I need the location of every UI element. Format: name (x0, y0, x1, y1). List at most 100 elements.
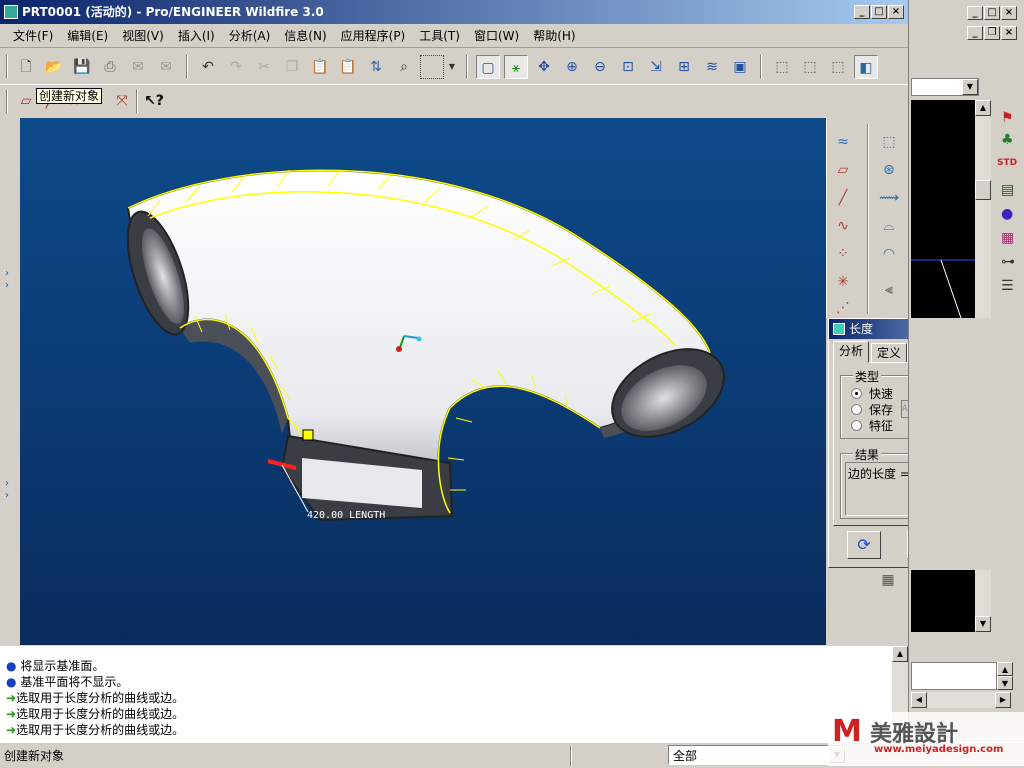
sphere-icon[interactable]: ● (1001, 206, 1013, 222)
tab-definition[interactable]: 定义 (871, 343, 908, 363)
sketch-plane-icon[interactable]: ≈ (829, 130, 857, 154)
menu-tools[interactable]: 工具(T) (412, 24, 467, 48)
secondary-title-bar[interactable]: _ □ × (909, 0, 1024, 24)
datum-curve-tool-icon[interactable]: ∿ (829, 214, 857, 238)
scroll-up-icon[interactable]: ▲ (975, 100, 991, 116)
secondary-lower-panel[interactable] (911, 570, 975, 632)
sweep-tool-icon[interactable]: ⟿ (875, 186, 903, 210)
redo-icon[interactable]: ↷ (224, 55, 248, 79)
spin-center-icon[interactable]: ⚹ (504, 55, 528, 79)
inner-close-button[interactable]: × (1001, 26, 1017, 40)
scroll-down-icon[interactable]: ▼ (975, 616, 991, 632)
inner-minimize-button[interactable]: _ (967, 26, 983, 40)
save-icon[interactable]: 💾 (70, 55, 94, 79)
secondary-hscrollbar[interactable]: ◀ ▶ (911, 692, 1011, 708)
secondary-text-area[interactable] (911, 662, 997, 690)
menu-edit[interactable]: 编辑(E) (60, 24, 115, 48)
coord-sys-display-2-icon[interactable]: ⤧ (110, 89, 134, 113)
expand-arrow-icon[interactable]: › (5, 490, 9, 501)
selection-box-icon[interactable] (420, 55, 444, 79)
scroll-left-icon[interactable]: ◀ (911, 692, 927, 708)
option-feature-radio[interactable] (851, 420, 862, 431)
list-icon[interactable]: ☰ (1001, 278, 1014, 294)
context-help-icon[interactable]: ↖? (142, 89, 166, 113)
menu-info[interactable]: 信息(N) (277, 24, 333, 48)
repeat-analysis-button[interactable]: ⟳ (847, 531, 881, 559)
cut-icon[interactable]: ✂ (252, 55, 276, 79)
selection-filter-select[interactable]: 全部 ▼ (668, 745, 846, 765)
inner-restore-button[interactable]: ❐ (984, 26, 1000, 40)
orient-mode-icon[interactable]: ✥ (532, 55, 556, 79)
revolve-tool-icon[interactable]: ⊛ (875, 158, 903, 182)
menu-applications[interactable]: 应用程序(P) (334, 24, 413, 48)
datum-plane-display-icon[interactable]: ▱ (14, 89, 38, 113)
print-icon[interactable]: ⎙ (98, 55, 122, 79)
send-mail-attach-icon[interactable]: ✉ (154, 55, 178, 79)
copy-icon[interactable]: ❐ (280, 55, 304, 79)
extrude-tool-icon[interactable]: ⬚ (875, 130, 903, 154)
secondary-maximize-button[interactable]: □ (984, 6, 1000, 20)
expand-arrow-icon[interactable]: › (5, 478, 9, 489)
hidden-line-icon[interactable]: ⬚ (798, 55, 822, 79)
scroll-thumb[interactable] (975, 180, 991, 200)
shading-icon[interactable]: ◧ (854, 55, 878, 79)
no-hidden-icon[interactable]: ⬚ (826, 55, 850, 79)
reorient-icon[interactable]: ⇲ (644, 55, 668, 79)
model-tree-icon[interactable]: ♣ (1001, 132, 1014, 148)
open-folder-icon[interactable]: 📂 (42, 55, 66, 79)
scroll-up-icon[interactable]: ▲ (892, 646, 908, 662)
secondary-close-button[interactable]: × (1001, 6, 1017, 20)
secondary-dropdown[interactable]: ▼ (911, 78, 979, 96)
regenerate-icon[interactable]: ⇅ (364, 55, 388, 79)
menu-analysis[interactable]: 分析(A) (222, 24, 278, 48)
find-icon[interactable]: ⌕ (392, 55, 416, 79)
chart-icon[interactable]: ▦ (1001, 230, 1014, 246)
secondary-text-scrollbar[interactable]: ▲ ▼ (997, 662, 1013, 690)
mirror-tool-icon[interactable]: ⫷ (875, 278, 903, 302)
scroll-up-icon[interactable]: ▲ (997, 662, 1013, 676)
chevron-down-icon[interactable]: ▼ (962, 79, 978, 95)
refit-icon[interactable]: ⊡ (616, 55, 640, 79)
maximize-button[interactable]: □ (871, 5, 887, 19)
undo-icon[interactable]: ↶ (196, 55, 220, 79)
saved-views-icon[interactable]: ⊞ (672, 55, 696, 79)
std-icon[interactable]: STD (997, 158, 1017, 168)
paste-special-icon[interactable]: 📋 (336, 55, 360, 79)
zoom-out-icon[interactable]: ⊖ (588, 55, 612, 79)
menu-file[interactable]: 文件(F) (6, 24, 60, 48)
expand-arrow-icon[interactable]: › (5, 280, 9, 291)
send-mail-icon[interactable]: ✉ (126, 55, 150, 79)
connector-icon[interactable]: ⊶ (1001, 254, 1015, 270)
shell-tool-icon[interactable]: ◠ (875, 242, 903, 266)
analysis-feature-icon[interactable]: ⋰ (829, 296, 857, 320)
minimize-button[interactable]: _ (854, 5, 870, 19)
dropdown-arrow-icon[interactable]: ▼ (446, 55, 458, 79)
scroll-down-icon[interactable]: ▼ (997, 676, 1013, 690)
secondary-scrollbar[interactable]: ▲ (975, 100, 991, 318)
secondary-lower-scrollbar[interactable]: ▼ (975, 570, 991, 632)
option-save-radio[interactable] (851, 404, 862, 415)
expand-arrow-icon[interactable]: › (5, 268, 9, 279)
scroll-right-icon[interactable]: ▶ (995, 692, 1011, 708)
secondary-minimize-button[interactable]: _ (967, 6, 983, 20)
model-render[interactable]: 420.00 LENGTH (20, 118, 826, 645)
menu-window[interactable]: 窗口(W) (467, 24, 526, 48)
menu-view[interactable]: 视图(V) (115, 24, 171, 48)
blend-tool-icon[interactable]: ⌓ (875, 214, 903, 238)
menu-help[interactable]: 帮助(H) (526, 24, 582, 48)
coord-sys-tool-icon[interactable]: ✳ (829, 270, 857, 294)
option-quick-radio[interactable] (851, 388, 862, 399)
repaint-icon[interactable]: ▢ (476, 55, 500, 79)
tab-analysis[interactable]: 分析 (833, 341, 870, 363)
new-file-icon[interactable]: 🗋 (14, 55, 38, 79)
layers-icon[interactable]: ≋ (700, 55, 724, 79)
paste-icon[interactable]: 📋 (308, 55, 332, 79)
table-icon[interactable]: ▤ (1001, 182, 1014, 198)
window-title-bar[interactable]: PRT0001 (活动的) - Pro/ENGINEER Wildfire 3.… (0, 0, 908, 24)
pin-icon[interactable]: ⚑ (1001, 110, 1014, 126)
zoom-in-icon[interactable]: ⊕ (560, 55, 584, 79)
view-manager-icon[interactable]: ▣ (728, 55, 752, 79)
secondary-graphics-panel[interactable] (911, 100, 975, 319)
datum-axis-tool-icon[interactable]: ╱ (829, 186, 857, 210)
menu-insert[interactable]: 插入(I) (171, 24, 222, 48)
